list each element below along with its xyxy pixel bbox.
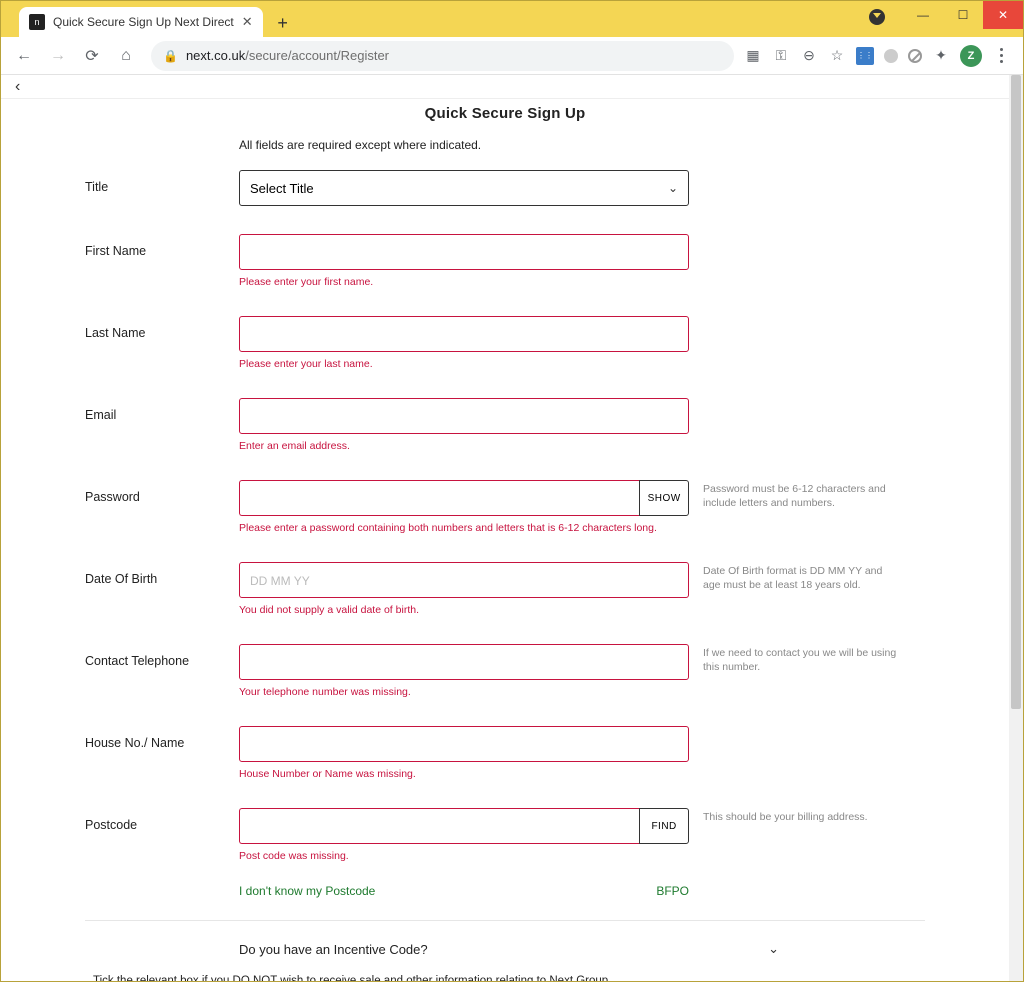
url-text: next.co.uk/secure/account/Register [186, 48, 722, 63]
qr-icon[interactable]: ▦ [744, 47, 762, 65]
bfpo-link[interactable]: BFPO [656, 884, 689, 898]
incentive-toggle-icon[interactable]: ⌄ [768, 941, 779, 957]
postcode-hint: This should be your billing address. [689, 808, 899, 824]
last-name-input[interactable] [239, 316, 689, 352]
new-tab-button[interactable]: + [269, 9, 297, 37]
dob-label: Date Of Birth [85, 562, 239, 586]
chevron-down-icon: ⌄ [668, 181, 678, 195]
close-window-button[interactable]: ✕ [983, 1, 1023, 29]
phone-label: Contact Telephone [85, 644, 239, 668]
dob-error: You did not supply a valid date of birth… [239, 604, 689, 616]
incognito-icon [869, 9, 885, 25]
phone-hint: If we need to contact you we will be usi… [689, 644, 899, 674]
first-name-label: First Name [85, 234, 239, 258]
titlebar: n Quick Secure Sign Up Next Direct ✕ + —… [1, 1, 1023, 37]
lock-icon: 🔒 [163, 49, 178, 63]
first-name-error: Please enter your first name. [239, 276, 689, 288]
house-error: House Number or Name was missing. [239, 768, 689, 780]
page-viewport: ‹ Quick Secure Sign Up All fields are re… [1, 75, 1023, 981]
extension-circle-icon[interactable] [884, 49, 898, 63]
password-error: Please enter a password containing both … [239, 522, 689, 534]
password-input[interactable] [239, 480, 639, 516]
maximize-button[interactable]: ☐ [943, 1, 983, 29]
postcode-label: Postcode [85, 808, 239, 832]
address-bar[interactable]: 🔒 next.co.uk/secure/account/Register [151, 41, 734, 71]
nav-forward-button[interactable]: → [43, 41, 73, 71]
reload-button[interactable]: ⟳ [77, 41, 107, 71]
password-hint: Password must be 6-12 characters and inc… [689, 480, 899, 510]
postcode-error: Post code was missing. [239, 850, 689, 862]
email-label: Email [85, 398, 239, 422]
house-label: House No./ Name [85, 726, 239, 750]
incentive-prompt: Do you have an Incentive Code? [239, 942, 428, 957]
menu-button[interactable] [992, 48, 1011, 63]
password-label: Password [85, 480, 239, 504]
minimize-button[interactable]: — [903, 1, 943, 29]
postcode-input[interactable] [239, 808, 639, 844]
phone-error: Your telephone number was missing. [239, 686, 689, 698]
home-button[interactable]: ⌂ [111, 41, 141, 71]
favicon-icon: n [29, 14, 45, 30]
scroll-thumb[interactable] [1011, 75, 1021, 709]
show-password-button[interactable]: SHOW [639, 480, 689, 516]
email-error: Enter an email address. [239, 440, 689, 452]
browser-toolbar: ← → ⟳ ⌂ 🔒 next.co.uk/secure/account/Regi… [1, 37, 1023, 75]
browser-window: n Quick Secure Sign Up Next Direct ✕ + —… [0, 0, 1024, 982]
key-icon[interactable]: ⚿ [772, 47, 790, 65]
dob-hint: Date Of Birth format is DD MM YY and age… [689, 562, 899, 592]
page-title: Quick Secure Sign Up [85, 105, 925, 122]
vertical-scrollbar[interactable] [1009, 75, 1023, 981]
nav-back-button[interactable]: ← [9, 41, 39, 71]
browser-tab[interactable]: n Quick Secure Sign Up Next Direct ✕ [19, 7, 263, 37]
puzzle-icon[interactable]: ✦ [932, 47, 950, 65]
last-name-error: Please enter your last name. [239, 358, 689, 370]
divider [85, 920, 925, 921]
block-icon[interactable] [908, 49, 922, 63]
zoom-icon[interactable]: ⊖ [800, 47, 818, 65]
optout-note: Tick the relevant box if you DO NOT wish… [93, 975, 925, 981]
email-input[interactable] [239, 398, 689, 434]
tab-title: Quick Secure Sign Up Next Direct [53, 15, 234, 29]
last-name-label: Last Name [85, 316, 239, 340]
page-header: ‹ [1, 75, 1009, 99]
dob-input[interactable] [239, 562, 689, 598]
extension-badge-icon[interactable]: ⋮⋮ [856, 47, 874, 65]
profile-avatar[interactable]: Z [960, 45, 982, 67]
star-icon[interactable]: ☆ [828, 47, 846, 65]
unknown-postcode-link[interactable]: I don't know my Postcode [239, 884, 375, 898]
title-select[interactable]: Select Title ⌄ [239, 170, 689, 206]
house-input[interactable] [239, 726, 689, 762]
page-back-chevron-icon[interactable]: ‹ [15, 78, 20, 96]
first-name-input[interactable] [239, 234, 689, 270]
title-label: Title [85, 170, 239, 194]
tab-close-icon[interactable]: ✕ [242, 14, 253, 30]
required-note: All fields are required except where ind… [239, 138, 925, 152]
find-postcode-button[interactable]: FIND [639, 808, 689, 844]
phone-input[interactable] [239, 644, 689, 680]
